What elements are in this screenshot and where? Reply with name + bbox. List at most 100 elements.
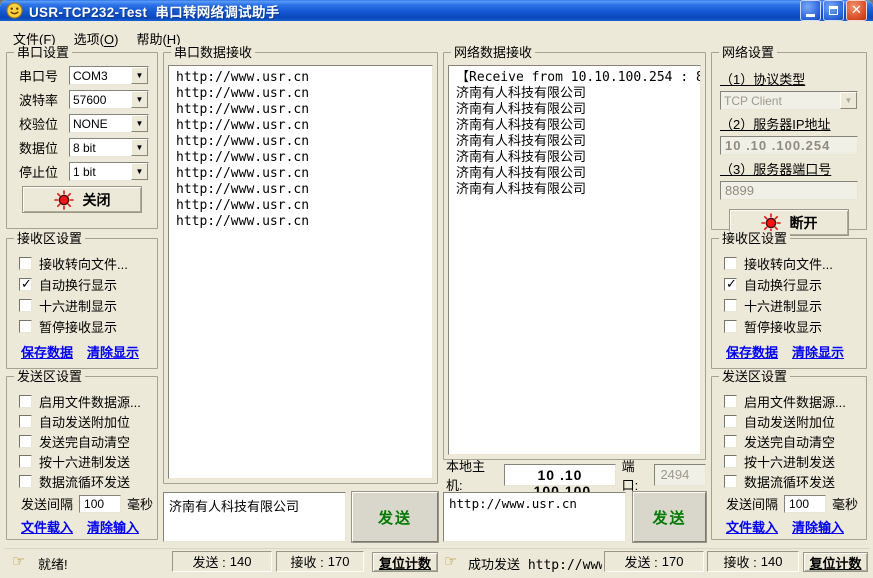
checkbox-box[interactable] [19,299,32,312]
link[interactable]: 清除显示 [87,342,139,361]
server-ip-input[interactable]: 10 .10 .100.254 [720,136,858,155]
send-interval-input[interactable]: 100 [784,495,826,513]
local-host-value: 10 .10 .100.100 [504,464,615,486]
checkbox-box[interactable] [19,395,32,408]
checkbox-row[interactable]: 十六进制显示 [724,295,866,316]
checkbox-box[interactable] [19,435,32,448]
checkbox-box[interactable] [19,320,32,333]
data-line: 济南有人科技有限公司 [456,86,693,102]
server-ip-label: （2）服务器IP地址 [720,114,866,133]
link[interactable]: 保存数据 [21,342,73,361]
app-icon [6,2,23,19]
checkbox-row[interactable]: 自动发送附加位 [724,411,866,431]
serial-receive-area[interactable]: http://www.usr.cnhttp://www.usr.cnhttp:/… [168,65,433,479]
checkbox-row[interactable]: 自动换行显示 [19,274,157,295]
link[interactable]: 保存数据 [726,342,778,361]
network-recv-settings-group: 接收区设置 接收转向文件...自动换行显示十六进制显示暂停接收显示 保存数据清除… [711,238,867,369]
checkbox-label: 数据流循环发送 [39,472,130,491]
data-line: 【Receive from 10.10.100.254 : 8899】: [456,70,693,86]
menu-item[interactable]: 选项(O) [65,28,128,49]
network-receive-area[interactable]: 【Receive from 10.10.100.254 : 8899】:济南有人… [448,65,701,455]
close-button[interactable]: ✕ [846,0,867,21]
server-port-input[interactable]: 8899 [720,181,858,200]
combo-box[interactable]: 1 bit▼ [69,162,149,181]
maximize-button[interactable] [823,0,844,21]
combo-value: 1 bit [70,163,131,180]
checkbox-box[interactable] [19,257,32,270]
checkbox-box[interactable] [724,435,737,448]
combo-box[interactable]: COM3▼ [69,66,149,85]
checkbox-box[interactable] [19,415,32,428]
send-interval-label: 发送间隔 [21,494,73,513]
combo-value: 57600 [70,91,131,108]
recv-value: 170 [328,554,350,569]
checkbox-label: 发送完自动清空 [744,432,835,451]
checkbox-box[interactable] [724,475,737,488]
recv-label: 接收 : [724,552,757,571]
checkbox-row[interactable]: 数据流循环发送 [724,471,866,491]
serial-field-row: 串口号COM3▼ [19,66,149,85]
combo-value: 8 bit [70,139,131,156]
checkbox-box[interactable] [19,475,32,488]
network-reset-count-button[interactable]: 复位计数 [803,552,868,572]
checkbox-row[interactable]: 自动发送附加位 [19,411,157,431]
network-send-button[interactable]: 发送 [633,492,706,542]
link[interactable]: 清除显示 [792,342,844,361]
data-line: 济南有人科技有限公司 [456,102,693,118]
serial-send-settings-group: 发送区设置 启用文件数据源...自动发送附加位发送完自动清空按十六进制发送数据流… [6,376,158,540]
serial-send-button[interactable]: 发送 [352,492,438,542]
serial-recv-counter: 接收 : 170 [276,551,364,572]
chevron-down-icon: ▼ [131,139,148,156]
checkbox-row[interactable]: 十六进制显示 [19,295,157,316]
checkbox-box[interactable] [19,278,32,291]
checkbox-row[interactable]: 接收转向文件... [724,253,866,274]
checkbox-box[interactable] [19,455,32,468]
checkbox-box[interactable] [724,278,737,291]
checkbox-row[interactable]: 启用文件数据源... [19,391,157,411]
checkbox-label: 数据流循环发送 [744,472,835,491]
data-line: http://www.usr.cn [176,198,425,214]
combo-box[interactable]: NONE▼ [69,114,149,133]
checkbox-box[interactable] [724,320,737,333]
checkbox-row[interactable]: 暂停接收显示 [19,316,157,337]
checkbox-row[interactable]: 发送完自动清空 [19,431,157,451]
checkbox-box[interactable] [724,257,737,270]
checkbox-row[interactable]: 按十六进制发送 [19,451,157,471]
checkbox-label: 十六进制显示 [39,296,117,315]
checkbox-row[interactable]: 发送完自动清空 [724,431,866,451]
protocol-type-combo[interactable]: TCP Client ▼ [720,91,858,110]
checkbox-row[interactable]: 按十六进制发送 [724,451,866,471]
network-send-input[interactable]: http://www.usr.cn [443,492,626,542]
data-line: http://www.usr.cn [176,70,425,86]
combo-box[interactable]: 57600▼ [69,90,149,109]
link[interactable]: 文件载入 [21,517,73,536]
serial-reset-count-button[interactable]: 复位计数 [372,552,438,572]
checkbox-row[interactable]: 暂停接收显示 [724,316,866,337]
checkbox-row[interactable]: 自动换行显示 [724,274,866,295]
checkbox-row[interactable]: 数据流循环发送 [19,471,157,491]
checkbox-box[interactable] [724,299,737,312]
title-bar[interactable]: USR-TCP232-Test 串口转网络调试助手 ✕ [0,0,873,21]
serial-recv-settings-group: 接收区设置 接收转向文件...自动换行显示十六进制显示暂停接收显示 保存数据清除… [6,238,158,369]
link[interactable]: 文件载入 [726,517,778,536]
link[interactable]: 清除输入 [792,517,844,536]
combo-value: NONE [70,115,131,132]
checkbox-box[interactable] [724,455,737,468]
combo-box[interactable]: 8 bit▼ [69,138,149,157]
serial-send-input[interactable]: 济南有人科技有限公司 [163,492,346,542]
link[interactable]: 清除输入 [87,517,139,536]
minimize-button[interactable] [800,0,821,21]
data-line: 济南有人科技有限公司 [456,166,693,182]
checkbox-box[interactable] [724,415,737,428]
checkbox-row[interactable]: 接收转向文件... [19,253,157,274]
serial-field-row: 数据位8 bit▼ [19,138,149,157]
sent-value: 140 [230,554,252,569]
checkbox-row[interactable]: 启用文件数据源... [724,391,866,411]
checkbox-label: 暂停接收显示 [39,317,117,336]
serial-close-button[interactable]: 关闭 [22,186,142,213]
data-line: http://www.usr.cn [176,150,425,166]
checkbox-box[interactable] [724,395,737,408]
serial-field-row: 停止位1 bit▼ [19,162,149,181]
data-line: http://www.usr.cn [176,214,425,230]
send-interval-input[interactable]: 100 [79,495,121,513]
